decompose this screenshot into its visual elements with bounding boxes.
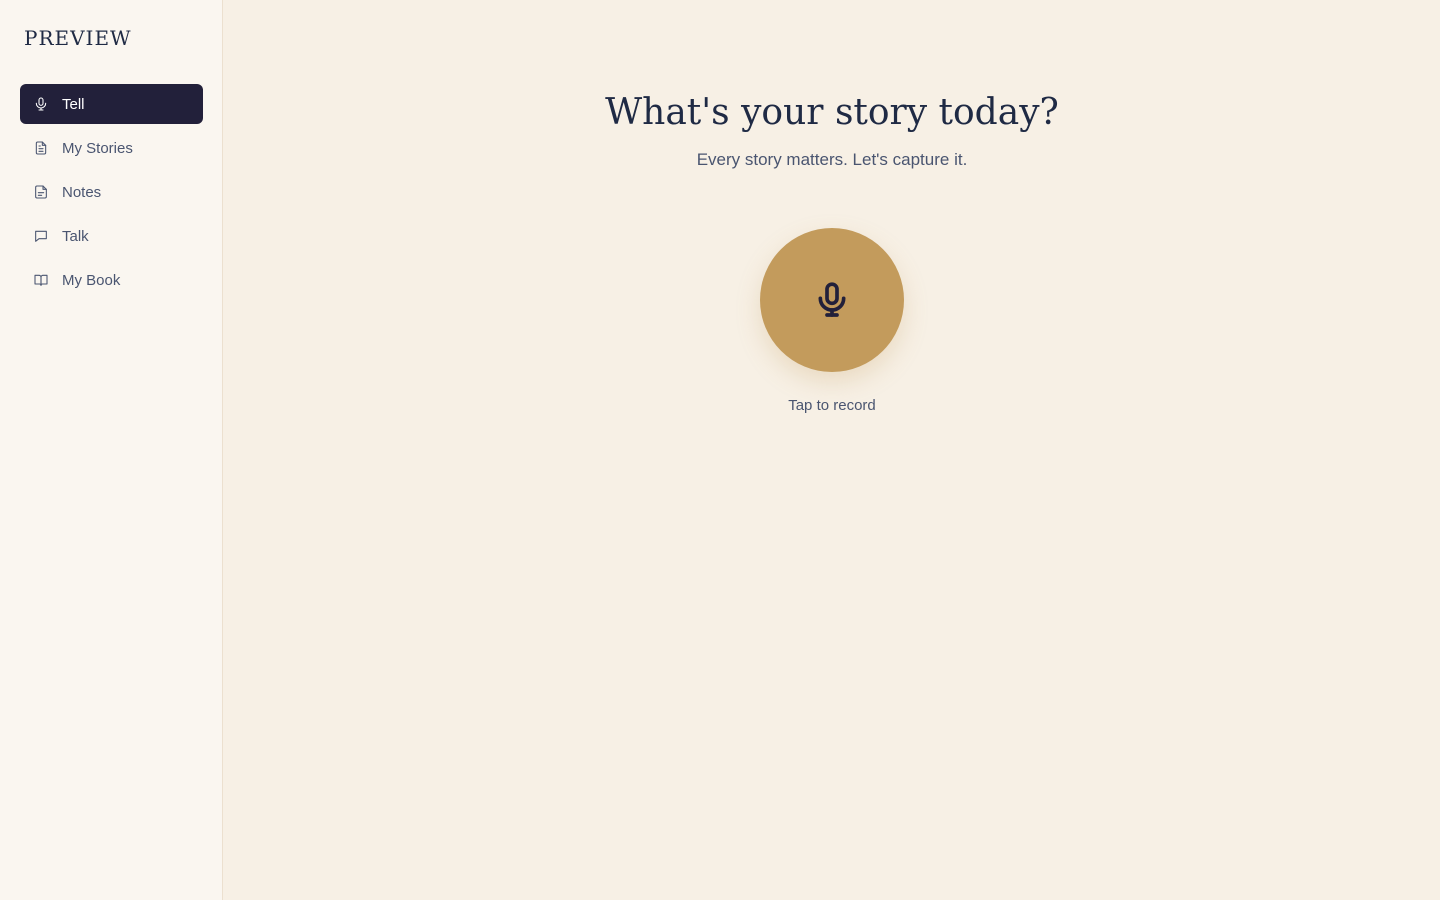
record-hint: Tap to record — [788, 397, 876, 414]
sidebar: PREVIEW Tell My Stories Notes Talk My Bo… — [0, 0, 223, 900]
note-icon — [33, 184, 49, 200]
sidebar-item-tell[interactable]: Tell — [20, 84, 203, 124]
sidebar-item-label: My Book — [62, 271, 121, 289]
main-content: What's your story today? Every story mat… — [224, 0, 1440, 900]
sidebar-item-label: Talk — [62, 227, 89, 245]
sidebar-item-my-book[interactable]: My Book — [20, 260, 203, 300]
record-button[interactable] — [760, 228, 904, 372]
app-logo[interactable]: PREVIEW — [24, 26, 132, 50]
page-title: What's your story today? — [605, 92, 1059, 133]
page-subtitle: Every story matters. Let's capture it. — [696, 150, 968, 169]
book-icon — [33, 272, 49, 288]
sidebar-item-talk[interactable]: Talk — [20, 216, 203, 256]
sidebar-nav: Tell My Stories Notes Talk My Book — [20, 84, 203, 304]
mic-icon — [33, 96, 49, 112]
sidebar-item-notes[interactable]: Notes — [20, 172, 203, 212]
document-icon — [33, 140, 49, 156]
sidebar-item-label: Tell — [62, 95, 85, 113]
sidebar-item-my-stories[interactable]: My Stories — [20, 128, 203, 168]
mic-icon — [818, 282, 846, 317]
sidebar-item-label: My Stories — [62, 139, 133, 157]
chat-icon — [33, 228, 49, 244]
sidebar-item-label: Notes — [62, 183, 102, 201]
